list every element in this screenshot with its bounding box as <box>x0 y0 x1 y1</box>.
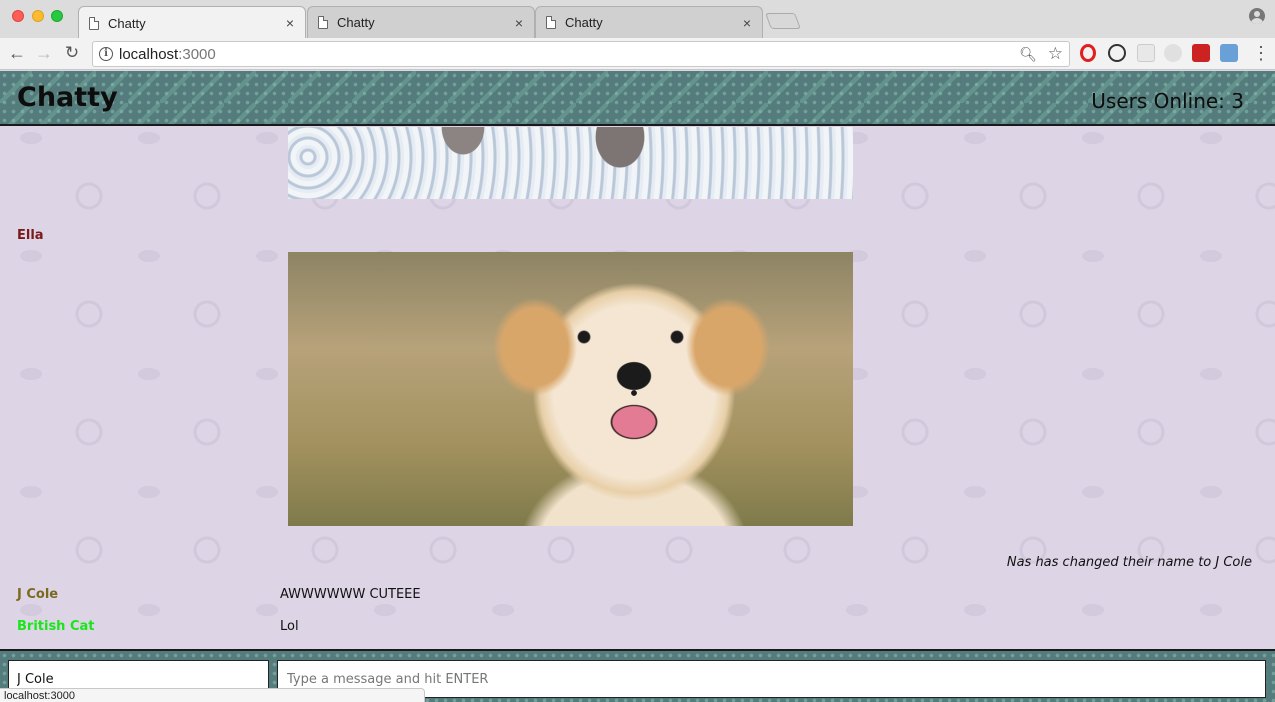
window-minimize-button[interactable] <box>32 10 44 22</box>
address-bar[interactable]: i localhost:3000 🔍︎ ☆ <box>92 41 1070 67</box>
bookmark-star-icon[interactable]: ☆ <box>1048 44 1063 64</box>
tab-close-icon[interactable]: × <box>283 15 297 31</box>
url-port: :3000 <box>178 46 216 63</box>
browser-toolbar: ← → ↻ i localhost:3000 🔍︎ ☆ ⋮ <box>0 38 1275 70</box>
app-navbar: Chatty Users Online: 3 <box>0 71 1275 126</box>
message-content: Lol <box>280 619 299 634</box>
extension-icon[interactable] <box>1220 44 1238 62</box>
tab-title: Chatty <box>565 15 603 30</box>
document-icon <box>89 16 99 30</box>
browser-tab-3[interactable]: Chatty × <box>535 6 763 38</box>
extension-icon[interactable] <box>1137 44 1155 62</box>
back-arrow-icon[interactable]: ← <box>6 42 28 64</box>
users-online-count: Users Online: 3 <box>1091 89 1244 113</box>
forward-arrow-icon[interactable]: → <box>33 42 55 64</box>
tab-title: Chatty <box>108 15 146 31</box>
message-list[interactable]: Ella Nas has changed their name to J Col… <box>0 127 1275 649</box>
new-tab-button[interactable] <box>765 13 801 29</box>
puppy-image <box>288 252 853 526</box>
tab-close-icon[interactable]: × <box>512 15 526 31</box>
cat-image <box>288 127 853 199</box>
url-host: localhost <box>119 46 179 63</box>
window-maximize-button[interactable] <box>51 10 63 22</box>
message-username: British Cat <box>17 619 95 634</box>
profile-icon[interactable] <box>1249 8 1265 24</box>
tab-title: Chatty <box>337 15 375 30</box>
browser-menu-icon[interactable]: ⋮ <box>1252 42 1270 64</box>
url-text[interactable]: localhost:3000 <box>119 46 216 63</box>
message-username: Ella <box>17 228 44 243</box>
browser-tab-1[interactable]: Chatty × <box>78 6 306 39</box>
document-icon <box>546 16 556 29</box>
zoom-icon[interactable]: 🔍︎ <box>1019 46 1037 63</box>
message-content: AWWWWWW CUTEEE <box>280 587 421 602</box>
system-notification: Nas has changed their name to J Cole <box>1006 555 1252 570</box>
extension-icon[interactable] <box>1108 44 1126 62</box>
extension-icon[interactable] <box>1164 44 1182 62</box>
browser-status-bar: localhost:3000 <box>0 688 425 702</box>
browser-tab-2[interactable]: Chatty × <box>307 6 535 38</box>
tab-close-icon[interactable]: × <box>740 15 754 31</box>
document-icon <box>318 16 328 29</box>
message-input[interactable] <box>277 660 1266 698</box>
app-brand[interactable]: Chatty <box>17 82 118 113</box>
extension-icon[interactable] <box>1192 44 1210 62</box>
message-username: J Cole <box>17 587 59 602</box>
browser-tab-bar: Chatty × Chatty × Chatty × <box>0 0 1275 39</box>
window-close-button[interactable] <box>12 10 24 22</box>
opera-extension-icon[interactable] <box>1080 44 1096 62</box>
info-icon[interactable]: i <box>99 47 113 61</box>
reload-icon[interactable]: ↻ <box>61 42 83 64</box>
